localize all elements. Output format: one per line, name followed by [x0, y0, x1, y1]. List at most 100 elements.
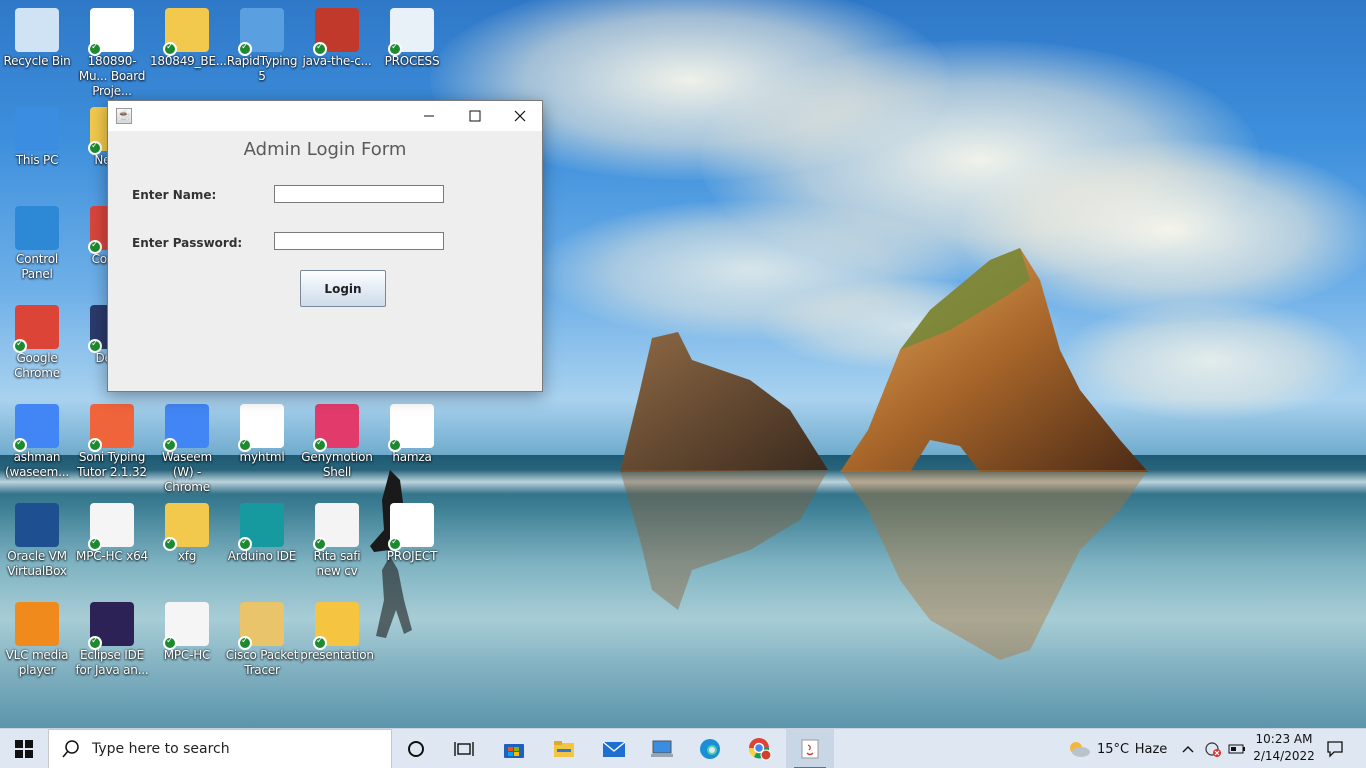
task-view-button[interactable] — [440, 729, 488, 768]
system-clock[interactable]: 10:23 AM 2/14/2022 — [1246, 731, 1322, 765]
taskbar-search-box[interactable]: Type here to search — [48, 729, 392, 768]
battery-icon — [1228, 744, 1245, 754]
desktop-icon-label: myhtml — [239, 450, 285, 464]
desktop-icon[interactable]: PROJECT — [375, 497, 449, 564]
powerpoint-icon — [313, 602, 359, 650]
java-icon — [801, 739, 819, 759]
desktop-icon-label: RapidTyping 5 — [226, 54, 298, 83]
computer-icon — [651, 740, 673, 757]
window-titlebar[interactable]: ☕ — [108, 101, 542, 131]
taskbar-file-explorer[interactable] — [540, 729, 588, 768]
start-button[interactable] — [0, 729, 48, 768]
mpc-hc-icon — [163, 602, 209, 650]
desktop-icon[interactable]: PROCESS — [375, 2, 449, 69]
desktop-icon[interactable]: MPC-HC — [150, 596, 224, 663]
desktop-icon[interactable]: Arduino IDE — [225, 497, 299, 564]
sync-status-icon — [163, 437, 177, 452]
sync-status-icon — [88, 239, 102, 254]
store-icon — [504, 744, 524, 758]
desktop-icon[interactable]: Waseem (W) - Chrome — [150, 398, 224, 495]
desktop-icon-label: Waseem (W) - Chrome — [162, 450, 212, 494]
desktop-icon[interactable]: Soni Typing Tutor 2.1.32 — [75, 398, 149, 480]
desktop-icon-label: Oracle VM VirtualBox — [7, 549, 67, 578]
desktop-icon-label: PROCESS — [384, 54, 440, 68]
show-hidden-icons-button[interactable] — [1178, 729, 1198, 768]
desktop-icon[interactable]: Control Panel — [0, 200, 74, 282]
desktop-icon[interactable]: ashman (waseem... — [0, 398, 74, 480]
desktop-icon[interactable]: xfg — [150, 497, 224, 564]
desktop-icon[interactable]: Eclipse IDE for Java an... — [75, 596, 149, 678]
java-app-icon: ☕ — [116, 108, 132, 124]
taskbar-mail[interactable] — [590, 729, 638, 768]
desktop-icon[interactable]: Recycle Bin — [0, 2, 74, 69]
chrome-profile-icon — [163, 404, 209, 452]
close-button[interactable] — [497, 101, 543, 131]
taskbar-chrome[interactable] — [736, 729, 784, 768]
taskbar-this-pc[interactable] — [638, 729, 686, 768]
sync-status-icon — [388, 437, 402, 452]
desktop-icon[interactable]: myhtml — [225, 398, 299, 465]
desktop-icon-label: MPC-HC x64 — [76, 549, 148, 563]
weather-description[interactable]: Haze — [1134, 729, 1168, 768]
desktop-icon-label: java-the-c... — [302, 54, 372, 68]
desktop-icon-label: Control Panel — [16, 252, 58, 281]
network-disconnected-icon — [1205, 742, 1221, 757]
maximize-icon — [469, 110, 481, 122]
password-input[interactable] — [274, 232, 444, 250]
desktop-icon-label: Genymotion Shell — [301, 450, 373, 479]
folder-icon — [163, 503, 209, 551]
desktop-icon-label: Google Chrome — [14, 351, 60, 380]
desktop-icon[interactable]: RapidTyping 5 — [225, 2, 299, 84]
sync-status-icon — [313, 41, 327, 56]
desktop-icon[interactable]: Cisco Packet Tracer — [225, 596, 299, 678]
taskbar-edge[interactable] — [686, 729, 734, 768]
cortana-button[interactable] — [392, 729, 440, 768]
desktop-icon[interactable]: Google Chrome — [0, 299, 74, 381]
weather-icon[interactable] — [1064, 729, 1094, 768]
sync-status-icon — [238, 41, 252, 56]
desktop-icon-label: MPC-HC — [163, 648, 211, 662]
arduino-icon — [238, 503, 284, 551]
mail-icon — [602, 741, 626, 757]
folder-icon — [554, 741, 574, 757]
desktop-icon-label: xfg — [177, 549, 197, 563]
battery-status[interactable] — [1226, 729, 1248, 768]
minimize-icon — [424, 115, 434, 117]
vlc-icon — [15, 602, 59, 646]
virtualbox-icon — [15, 503, 59, 547]
folder-icon — [163, 8, 209, 56]
desktop-icon[interactable]: This PC — [0, 101, 74, 168]
weather-temperature[interactable]: 15°C — [1096, 729, 1130, 768]
desktop-icon[interactable]: Genymotion Shell — [300, 398, 374, 480]
desktop-icon[interactable]: hamza — [375, 398, 449, 465]
sync-status-icon — [238, 635, 252, 650]
desktop-icon[interactable]: 180849_BE... — [150, 2, 227, 69]
sync-status-icon — [163, 635, 177, 650]
sync-status-icon — [88, 140, 102, 155]
sync-status-icon — [163, 536, 177, 551]
name-input[interactable] — [274, 185, 444, 203]
desktop-icon[interactable]: VLC media player — [0, 596, 74, 678]
task-view-icon — [454, 742, 474, 756]
minimize-button[interactable] — [406, 101, 452, 131]
login-button[interactable]: Login — [300, 270, 386, 307]
desktop-icon[interactable]: 180890-Mu... Board Proje... — [75, 2, 149, 99]
desktop-icon[interactable]: java-the-c... — [300, 2, 374, 69]
taskbar-java-app[interactable] — [786, 729, 834, 768]
desktop-icon[interactable]: Rita safi new cv — [300, 497, 374, 579]
desktop-icon[interactable]: MPC-HC x64 — [75, 497, 149, 564]
network-status[interactable] — [1202, 729, 1224, 768]
book-cover-icon — [313, 8, 359, 56]
sync-status-icon — [313, 437, 327, 452]
notification-center-button[interactable] — [1320, 729, 1350, 768]
sync-status-icon — [88, 338, 102, 353]
desktop-icon[interactable]: Oracle VM VirtualBox — [0, 497, 74, 579]
taskbar-microsoft-store[interactable] — [490, 729, 538, 768]
edge-icon — [700, 739, 720, 759]
desktop-icon[interactable]: presentation — [300, 596, 374, 663]
close-icon — [514, 110, 526, 122]
pdf-edge-icon — [313, 503, 359, 551]
maximize-button[interactable] — [452, 101, 498, 131]
rapidtyping-icon — [238, 8, 284, 56]
control-panel-icon — [15, 206, 59, 250]
